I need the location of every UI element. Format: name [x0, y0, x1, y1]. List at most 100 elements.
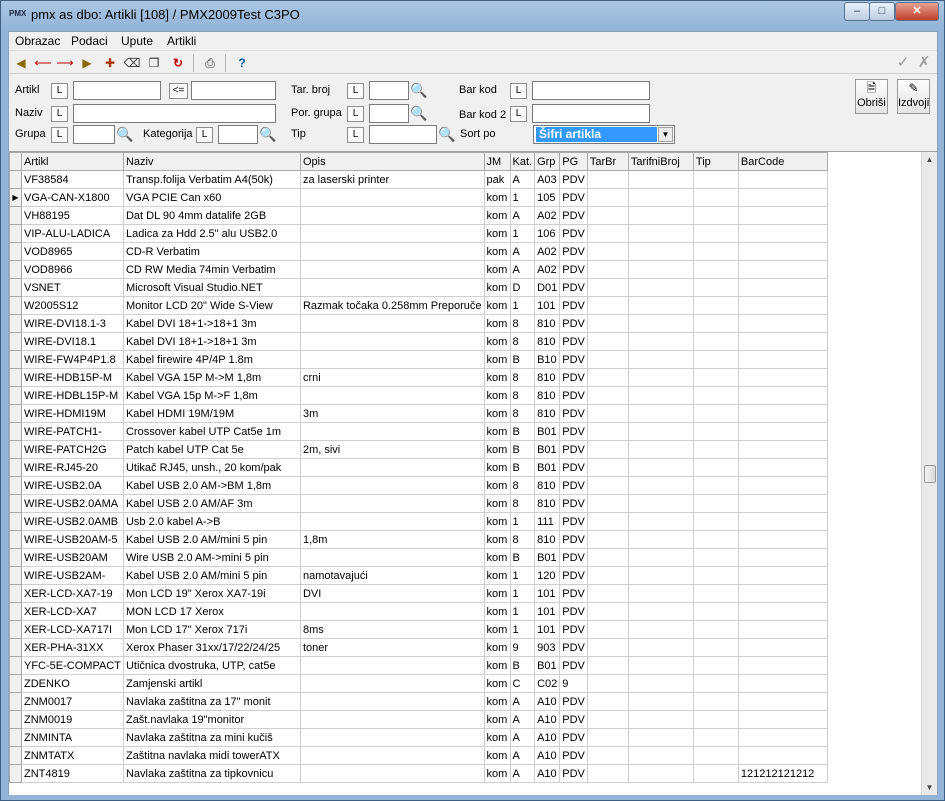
row-indicator[interactable]: [9, 548, 22, 567]
obrisi-button[interactable]: 🗎 Obriši: [855, 79, 888, 114]
table-cell[interactable]: Utičnica dvostruka, UTP, cat5e: [122, 656, 301, 675]
table-cell[interactable]: C02: [534, 674, 561, 693]
table-cell[interactable]: A: [509, 710, 536, 729]
table-cell[interactable]: PDV: [559, 278, 588, 297]
table-cell[interactable]: [692, 476, 739, 495]
table-cell[interactable]: kom: [483, 314, 511, 333]
row-indicator[interactable]: [9, 674, 22, 693]
table-cell[interactable]: [586, 350, 629, 369]
table-cell[interactable]: WIRE-USB2.0A: [21, 476, 124, 495]
table-cell[interactable]: 903: [534, 638, 561, 657]
table-cell[interactable]: [586, 512, 629, 531]
table-cell[interactable]: [299, 656, 485, 675]
table-cell[interactable]: [627, 386, 694, 405]
row-indicator[interactable]: [9, 242, 22, 261]
tar-broj-search-icon[interactable]: 🔍: [410, 81, 428, 99]
table-cell[interactable]: A10: [534, 710, 561, 729]
column-header[interactable]: Kat.: [509, 152, 536, 171]
table-cell[interactable]: [586, 206, 629, 225]
table-cell[interactable]: [692, 638, 739, 657]
table-cell[interactable]: Kabel VGA 15p M->F 1,8m: [122, 386, 301, 405]
table-cell[interactable]: 1: [509, 512, 536, 531]
table-cell[interactable]: [737, 494, 828, 513]
bar-kod-input[interactable]: [532, 81, 650, 100]
table-cell[interactable]: Zašt.navlaka 19"monitor: [122, 710, 301, 729]
table-cell[interactable]: PDV: [559, 404, 588, 423]
scroll-up-icon[interactable]: ▲: [922, 152, 937, 168]
row-indicator[interactable]: [9, 728, 22, 747]
table-cell[interactable]: [627, 764, 694, 783]
row-indicator[interactable]: [9, 494, 22, 513]
table-cell[interactable]: [737, 710, 828, 729]
table-cell[interactable]: Kabel USB 2.0 AM->BM 1,8m: [122, 476, 301, 495]
table-cell[interactable]: kom: [483, 620, 511, 639]
table-cell[interactable]: C: [509, 674, 536, 693]
table-cell[interactable]: kom: [483, 530, 511, 549]
row-indicator[interactable]: [9, 314, 22, 333]
table-cell[interactable]: XER-LCD-XA7: [21, 602, 124, 621]
table-row[interactable]: ZNM0019 Zašt.navlaka 19"monitor kom A A10 PDV: [9, 710, 828, 729]
table-cell[interactable]: 810: [534, 386, 561, 405]
table-cell[interactable]: PDV: [559, 602, 588, 621]
table-cell[interactable]: [737, 224, 828, 243]
table-cell[interactable]: PDV: [559, 368, 588, 387]
table-cell[interactable]: VIP-ALU-LADICA: [21, 224, 124, 243]
column-header[interactable]: TarBr: [586, 152, 629, 171]
table-cell[interactable]: kom: [483, 692, 511, 711]
table-cell[interactable]: [627, 548, 694, 567]
table-cell[interactable]: ZNM0019: [21, 710, 124, 729]
table-cell[interactable]: kom: [483, 188, 511, 207]
table-cell[interactable]: [692, 206, 739, 225]
table-cell[interactable]: Kabel firewire 4P/4P 1.8m: [122, 350, 301, 369]
menu-upute[interactable]: Upute: [121, 34, 153, 48]
table-cell[interactable]: WIRE-HDBL15P-M: [21, 386, 124, 405]
table-cell[interactable]: kom: [483, 494, 511, 513]
table-cell[interactable]: PDV: [559, 242, 588, 261]
table-cell[interactable]: [692, 566, 739, 585]
row-indicator[interactable]: [9, 224, 22, 243]
table-cell[interactable]: 120: [534, 566, 561, 585]
table-cell[interactable]: Kabel DVI 18+1->18+1 3m: [122, 314, 301, 333]
table-row[interactable]: YFC-5E-COMPACT Utičnica dvostruka, UTP, c…: [9, 656, 828, 675]
table-cell[interactable]: B: [509, 656, 536, 675]
table-row[interactable]: WIRE-HDBL15P-M Kabel VGA 15p M->F 1,8m kom…: [9, 386, 828, 405]
table-cell[interactable]: Mon LCD 17" Xerox 717i: [122, 620, 301, 639]
table-cell[interactable]: [737, 638, 828, 657]
table-row[interactable]: WIRE-USB2.0AMA Kabel USB 2.0 AM/AF 3m kom 8…: [9, 494, 828, 513]
table-cell[interactable]: Navlaka zaštitna za 17" monit: [122, 692, 301, 711]
table-cell[interactable]: WIRE-DVI18.1-3: [21, 314, 124, 333]
por-grupa-search-icon[interactable]: 🔍: [410, 104, 428, 122]
table-cell[interactable]: [299, 314, 485, 333]
table-cell[interactable]: A: [509, 746, 536, 765]
table-cell[interactable]: [586, 566, 629, 585]
row-indicator[interactable]: [9, 404, 22, 423]
table-cell[interactable]: ZDENKO: [21, 674, 124, 693]
table-cell[interactable]: [737, 404, 828, 423]
table-cell[interactable]: [737, 332, 828, 351]
table-cell[interactable]: XER-LCD-XA717I: [21, 620, 124, 639]
table-cell[interactable]: [692, 188, 739, 207]
table-cell[interactable]: 8: [509, 476, 536, 495]
table-cell[interactable]: Monitor LCD 20" Wide S-View: [122, 296, 301, 315]
column-header[interactable]: BarCode: [737, 152, 828, 171]
row-indicator[interactable]: [9, 584, 22, 603]
table-cell[interactable]: 101: [534, 620, 561, 639]
table-cell[interactable]: Navlaka zaštitna za mini kučiš: [122, 728, 301, 747]
table-cell[interactable]: 101: [534, 296, 561, 315]
row-indicator[interactable]: [9, 530, 22, 549]
table-cell[interactable]: 810: [534, 476, 561, 495]
row-indicator[interactable]: [9, 260, 22, 279]
row-indicator[interactable]: [9, 350, 22, 369]
table-cell[interactable]: [627, 530, 694, 549]
table-cell[interactable]: PDV: [559, 260, 588, 279]
table-cell[interactable]: Kabel DVI 18+1->18+1 3m: [122, 332, 301, 351]
table-cell[interactable]: Zaštitna navlaka midi towerATX: [122, 746, 301, 765]
table-cell[interactable]: 101: [534, 584, 561, 603]
row-indicator[interactable]: ▶: [9, 188, 22, 207]
table-cell[interactable]: [737, 728, 828, 747]
table-cell[interactable]: [299, 494, 485, 513]
table-cell[interactable]: [586, 476, 629, 495]
table-row[interactable]: WIRE-DVI18.1 Kabel DVI 18+1->18+1 3m kom 8 8…: [9, 332, 828, 351]
table-cell[interactable]: [586, 548, 629, 567]
table-cell[interactable]: [737, 278, 828, 297]
